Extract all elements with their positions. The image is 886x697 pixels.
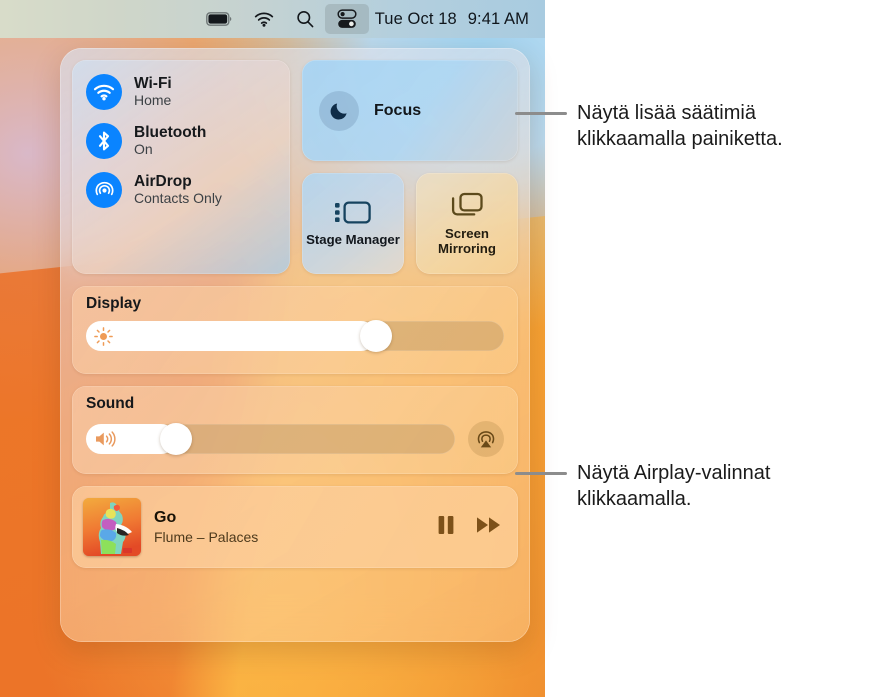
callout-leader-line-2: [515, 472, 567, 475]
menu-bar-time: 9:41 AM: [467, 9, 529, 28]
wifi-icon: [86, 74, 122, 110]
control-center-panel: Wi-Fi Home Bluetooth On AirDrop Contacts…: [60, 48, 530, 642]
focus-button[interactable]: Focus: [302, 60, 518, 161]
volume-icon: [96, 431, 116, 447]
battery-icon[interactable]: [195, 4, 243, 34]
stage-manager-button[interactable]: Stage Manager: [302, 173, 404, 274]
connectivity-module: Wi-Fi Home Bluetooth On AirDrop Contacts…: [72, 60, 290, 274]
screen-mirroring-label: Screen Mirroring: [438, 225, 496, 256]
wifi-status: Home: [134, 92, 172, 109]
airdrop-status: Contacts Only: [134, 190, 222, 207]
callout-leader-line-1: [515, 112, 567, 115]
sound-module: Sound: [72, 386, 518, 474]
callout-control-center: Näytä lisää säätimiä klikkaamalla painik…: [515, 100, 875, 153]
stage-manager-label: Stage Manager: [306, 232, 400, 248]
volume-slider-knob[interactable]: [160, 423, 193, 455]
airdrop-icon: [86, 172, 122, 208]
control-center-icon[interactable]: [324, 4, 369, 34]
screen-mirroring-icon: [451, 192, 483, 216]
sound-title: Sound: [86, 395, 135, 412]
volume-slider[interactable]: [86, 423, 455, 455]
now-playing-artist-album: Flume – Palaces: [154, 528, 259, 545]
airdrop-title: AirDrop: [134, 172, 192, 190]
menu-bar: Tue Oct 18 9:41 AM: [0, 0, 545, 38]
brightness-slider-fill: [86, 321, 377, 351]
brightness-slider-knob[interactable]: [360, 320, 393, 352]
bluetooth-title: Bluetooth: [134, 123, 207, 141]
focus-label: Focus: [374, 101, 422, 119]
connectivity-row-wifi[interactable]: Wi-Fi Home: [72, 74, 290, 110]
search-icon[interactable]: [285, 4, 325, 34]
bluetooth-icon: [86, 123, 122, 159]
now-playing-module[interactable]: Go Flume – Palaces: [72, 486, 518, 568]
callout-airplay: Näytä Airplay-valinnat klikkaamalla.: [515, 460, 875, 513]
now-playing-track: Go: [154, 509, 177, 527]
pause-icon[interactable]: [436, 514, 456, 541]
display-module: Display: [72, 286, 518, 374]
callout-text-control-center: Näytä lisää säätimiä klikkaamalla painik…: [577, 102, 783, 151]
moon-icon: [319, 90, 359, 131]
airplay-audio-icon[interactable]: [468, 421, 504, 457]
wifi-icon[interactable]: [243, 4, 285, 34]
screen-mirroring-button[interactable]: Screen Mirroring: [416, 173, 518, 274]
fast-forward-icon[interactable]: [476, 515, 502, 540]
menu-bar-clock[interactable]: Tue Oct 18 9:41 AM: [369, 10, 533, 29]
stage-manager-icon: [335, 201, 371, 224]
wifi-title: Wi-Fi: [134, 74, 172, 92]
bluetooth-status: On: [134, 141, 153, 158]
connectivity-row-bluetooth[interactable]: Bluetooth On: [72, 123, 290, 159]
album-art: [83, 498, 141, 556]
callout-text-airplay: Näytä Airplay-valinnat klikkaamalla.: [577, 462, 771, 511]
display-title: Display: [86, 295, 142, 312]
connectivity-row-airdrop[interactable]: AirDrop Contacts Only: [72, 172, 290, 208]
brightness-icon: [94, 326, 113, 346]
brightness-slider[interactable]: [86, 320, 504, 352]
menu-bar-date: Tue Oct 18: [374, 9, 457, 28]
